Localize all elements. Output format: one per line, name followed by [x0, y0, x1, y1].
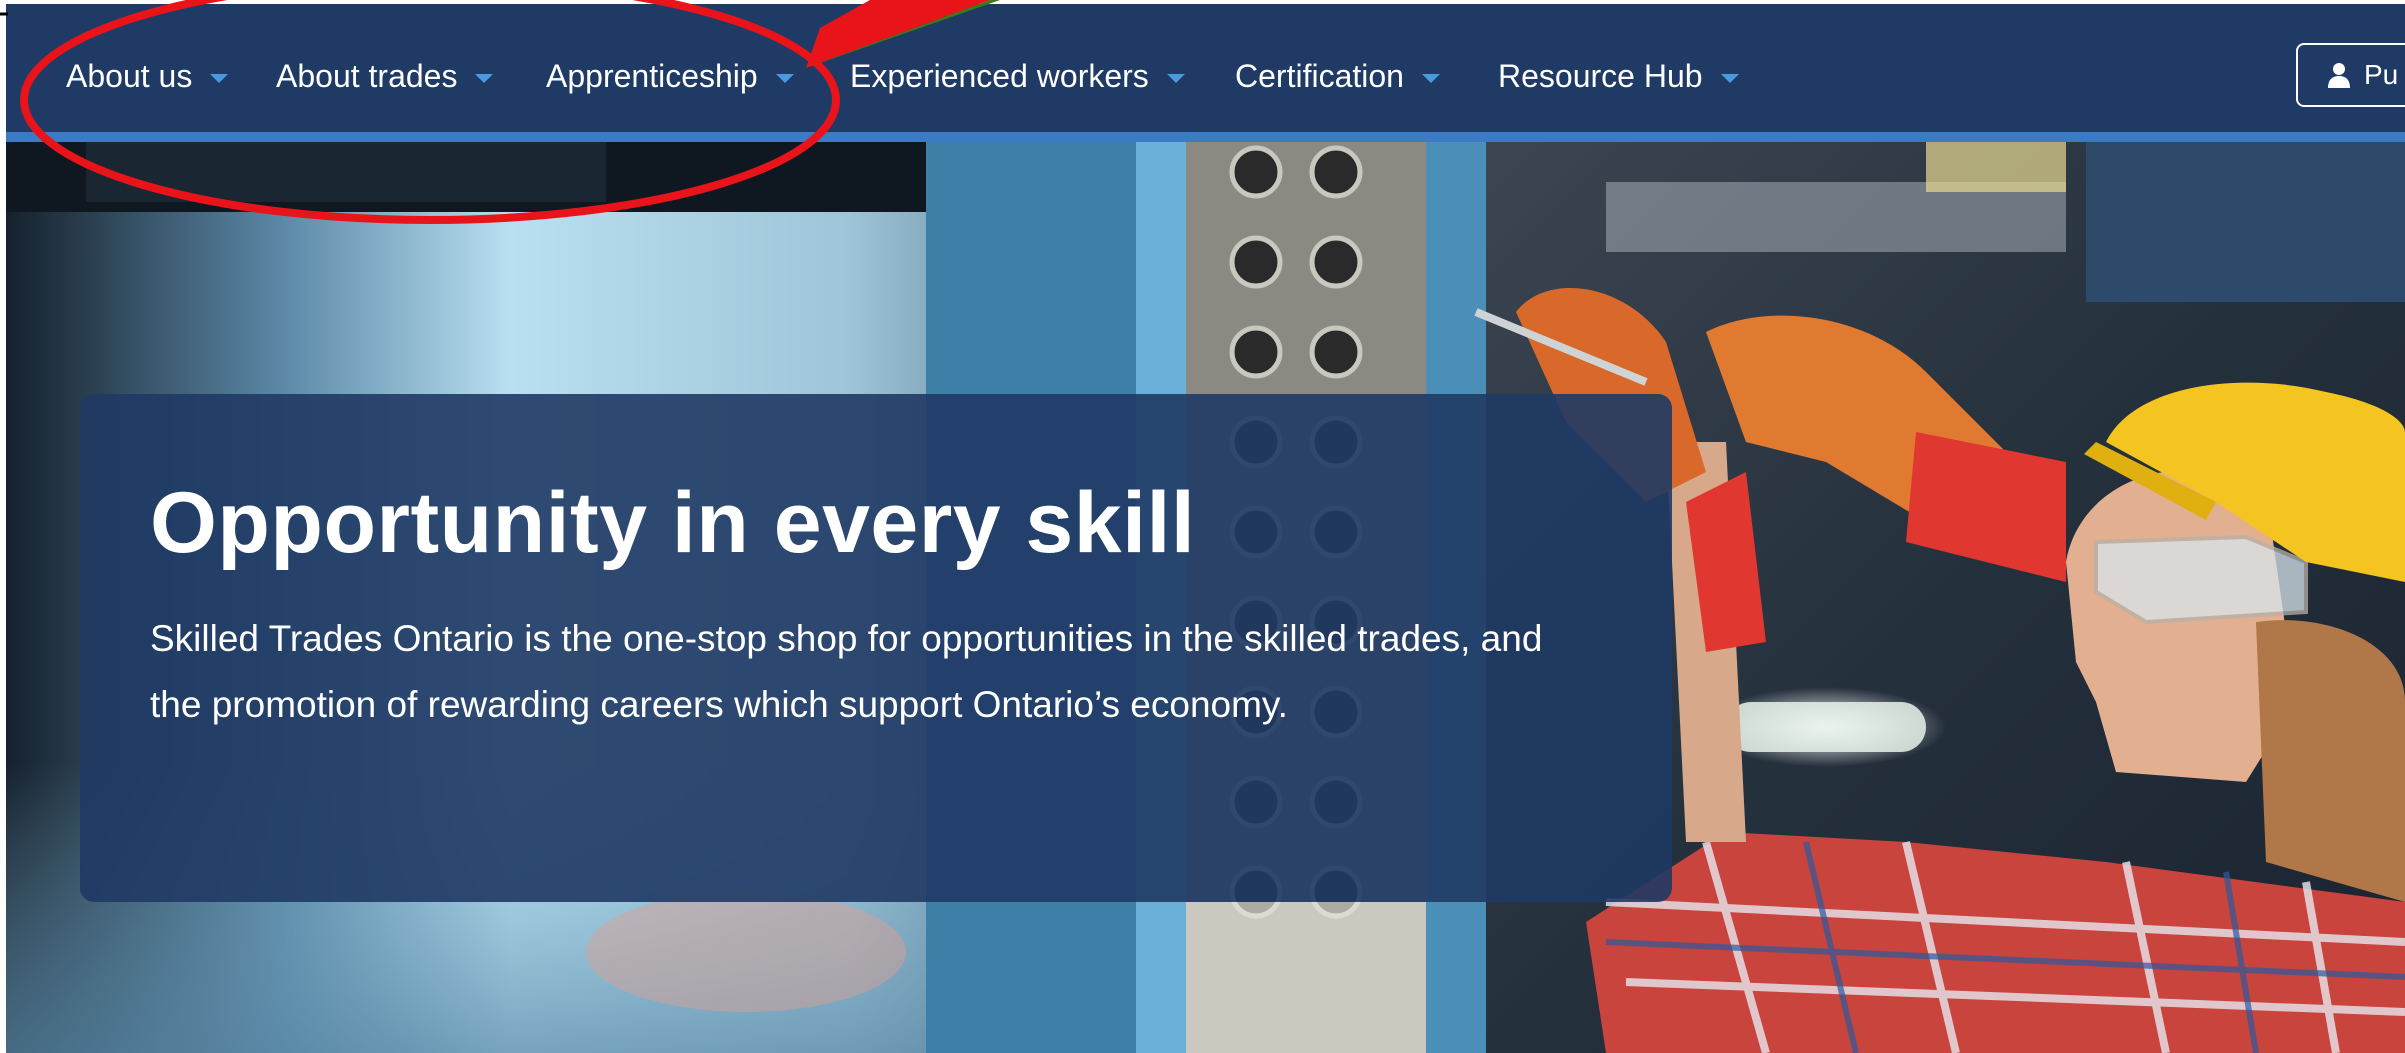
- portal-login-button[interactable]: Pu: [2296, 43, 2405, 107]
- nav-item-resource-hub[interactable]: Resource Hub: [1498, 56, 1739, 96]
- chevron-down-icon: [1421, 73, 1440, 83]
- hero-card: Opportunity in every skill Skilled Trade…: [80, 394, 1672, 902]
- nav-item-label: About us: [66, 58, 193, 94]
- user-icon: [2328, 63, 2350, 88]
- navigation-underline: [6, 132, 2405, 142]
- hero-section: Opportunity in every skill Skilled Trade…: [6, 142, 2405, 1053]
- chevron-down-icon: [475, 73, 494, 83]
- chevron-down-icon: [1720, 73, 1739, 83]
- nav-item-label: Certification: [1235, 58, 1404, 94]
- hero-description: Skilled Trades Ontario is the one-stop s…: [150, 618, 1543, 725]
- chevron-down-icon: [210, 73, 229, 83]
- nav-item-about-trades[interactable]: About trades: [276, 56, 494, 96]
- nav-item-label: Apprenticeship: [546, 58, 758, 94]
- nav-item-apprenticeship[interactable]: Apprenticeship: [546, 56, 794, 96]
- page: About us About trades Apprenticeship Exp…: [0, 0, 2405, 1053]
- nav-item-label: About trades: [276, 58, 458, 94]
- chevron-down-icon: [1166, 73, 1185, 83]
- portal-button-label: Pu: [2364, 59, 2399, 90]
- nav-item-experienced-workers[interactable]: Experienced workers: [850, 56, 1185, 96]
- nav-item-about-us[interactable]: About us: [66, 56, 229, 96]
- nav-item-certification[interactable]: Certification: [1235, 56, 1440, 96]
- chevron-down-icon: [775, 73, 794, 83]
- nav-item-label: Resource Hub: [1498, 58, 1703, 94]
- hero-title: Opportunity in every skill: [150, 475, 1196, 571]
- nav-item-label: Experienced workers: [850, 58, 1149, 94]
